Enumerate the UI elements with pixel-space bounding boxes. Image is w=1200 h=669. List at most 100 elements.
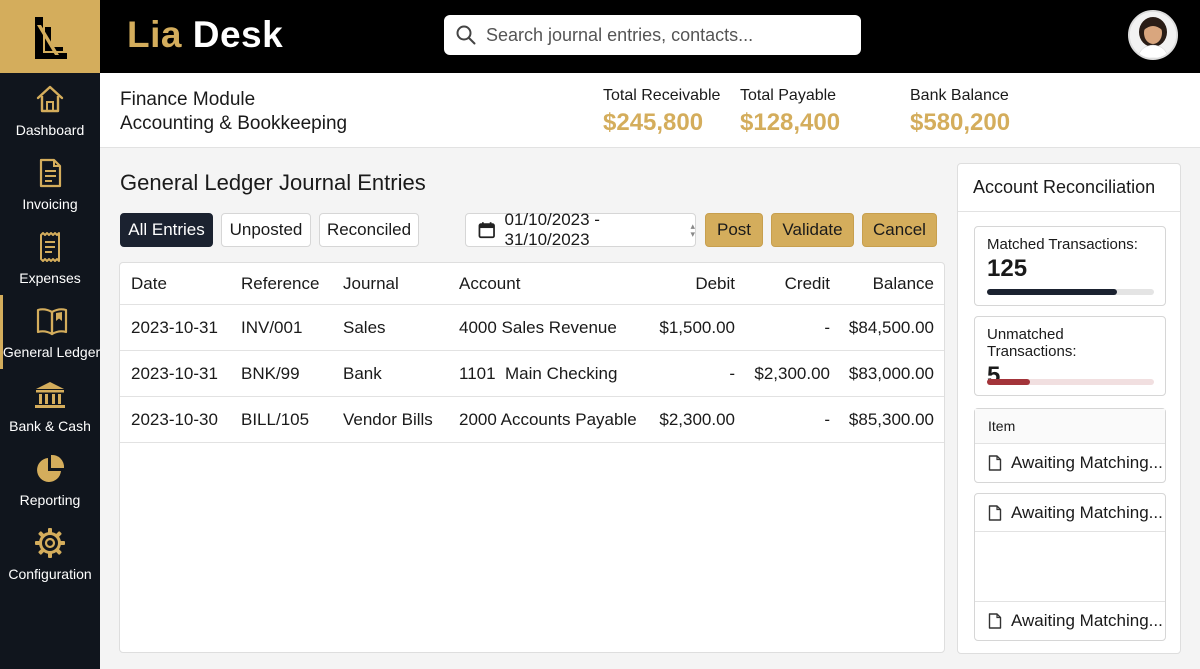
kpi-label: Total Payable — [740, 87, 837, 104]
kpi-total-receivable: Total Receivable $245,800 — [603, 87, 720, 137]
post-button[interactable]: Post — [705, 213, 763, 247]
cell-account: 1101 Main Checking — [459, 364, 618, 383]
sidebar-item-expenses[interactable]: Expenses — [0, 221, 100, 295]
column-header-account[interactable]: Account — [459, 263, 520, 305]
column-header-debit[interactable]: Debit — [695, 263, 735, 305]
list-item[interactable]: Awaiting Matching... — [975, 444, 1165, 482]
module-header: Finance Module Accounting & Bookkeeping … — [100, 73, 1200, 148]
bank-icon — [33, 378, 67, 412]
cell-credit: - — [824, 318, 830, 337]
sidebar-item-dashboard[interactable]: Dashboard — [0, 73, 100, 147]
search-input[interactable] — [486, 24, 846, 46]
home-icon — [33, 82, 67, 116]
cell-debit: - — [729, 364, 735, 383]
cell-date: 2023-10-31 — [131, 364, 218, 383]
sidebar-item-invoicing[interactable]: Invoicing — [0, 147, 100, 221]
account-reconciliation-panel: Account Reconciliation Matched Transacti… — [957, 163, 1181, 654]
table-row[interactable]: 2023-10-30 BILL/105 Vendor Bills 2000 Ac… — [120, 397, 944, 443]
cell-reference: BNK/99 — [241, 364, 300, 383]
app-name: Lia Desk — [127, 14, 283, 56]
module-name: Finance Module — [120, 89, 256, 110]
unmatched-items-list-2: Awaiting Matching... Awaiting Matching..… — [974, 493, 1166, 641]
kpi-bank-balance: Bank Balance $580,200 — [910, 87, 1010, 137]
items-header: Item — [975, 409, 1165, 444]
unmatched-progress-track — [987, 379, 1154, 385]
list-item[interactable]: Awaiting Matching... — [975, 494, 1165, 532]
search-icon — [456, 25, 476, 45]
table-header-row: Date Reference Journal Account Debit Cre… — [120, 263, 944, 305]
cell-reference: BILL/105 — [241, 410, 310, 429]
matched-progress-track — [987, 289, 1154, 295]
cell-balance: $84,500.00 — [848, 318, 934, 337]
sidebar-item-configuration[interactable]: Configuration — [0, 517, 100, 591]
cancel-button[interactable]: Cancel — [862, 213, 937, 247]
book-icon — [35, 304, 69, 338]
cell-balance: $85,300.00 — [848, 410, 934, 429]
column-header-date[interactable]: Date — [131, 263, 167, 305]
calendar-icon — [478, 222, 495, 239]
cell-balance: $83,000.00 — [848, 364, 934, 383]
sidebar: Dashboard Invoicing Expenses General Led… — [0, 73, 100, 669]
unmatched-items-list: Item Awaiting Matching... — [974, 408, 1166, 483]
logo-icon — [35, 16, 67, 59]
unmatched-progress-fill — [987, 379, 1031, 385]
cell-credit: $2,300.00 — [754, 364, 830, 383]
list-item[interactable]: Awaiting Matching... — [975, 602, 1165, 640]
gear-icon — [33, 526, 67, 560]
avatar-icon — [1130, 12, 1176, 58]
app-name-part1: Lia — [127, 14, 182, 55]
matched-progress-fill — [987, 289, 1118, 295]
filter-all-entries[interactable]: All Entries — [120, 213, 213, 247]
cell-reference: INV/001 — [241, 318, 303, 337]
table-row[interactable]: 2023-10-31 INV/001 Sales 4000 Sales Reve… — [120, 305, 944, 351]
table-row[interactable]: 2023-10-31 BNK/99 Bank 1101 Main Checkin… — [120, 351, 944, 397]
list-item-label: Awaiting Matching... — [1011, 453, 1163, 472]
sidebar-item-label: Invoicing — [22, 196, 78, 212]
app-logo[interactable] — [0, 0, 100, 73]
date-range-picker[interactable]: 01/10/2023 - 31/10/2023 ▴ ▾ — [465, 210, 696, 249]
list-item-label: Awaiting Matching... — [1011, 502, 1163, 522]
kpi-value: $580,200 — [910, 109, 1011, 136]
kpi-total-payable: Total Payable $128,400 — [740, 87, 840, 137]
sidebar-item-label: Configuration — [8, 566, 92, 582]
document-icon — [33, 156, 67, 190]
cell-date: 2023-10-31 — [131, 318, 218, 337]
journal-entries-table: Date Reference Journal Account Debit Cre… — [119, 262, 945, 653]
chevron-updown-icon: ▴ ▾ — [690, 221, 695, 239]
sidebar-item-label: Dashboard — [15, 122, 85, 138]
validate-button[interactable]: Validate — [771, 213, 854, 247]
empty-list-space — [975, 532, 1165, 602]
filter-reconciled[interactable]: Reconciled — [319, 213, 419, 247]
kpi-label: Bank Balance — [910, 87, 1009, 104]
sidebar-item-reporting[interactable]: Reporting — [0, 443, 100, 517]
stat-label: Matched Transactions: — [987, 236, 1138, 253]
sidebar-item-label: Expenses — [19, 270, 81, 286]
stat-label: Unmatched Transactions: — [987, 326, 1077, 360]
list-item-label: Awaiting Matching... — [1011, 611, 1163, 630]
pie-chart-icon — [33, 452, 67, 486]
stat-value: 125 — [987, 255, 1028, 282]
cell-debit: $1,500.00 — [659, 318, 735, 337]
document-icon — [988, 455, 1002, 471]
receipt-icon — [33, 230, 67, 264]
app-name-part2: Desk — [192, 14, 284, 55]
stat-value: 5 — [987, 362, 1001, 389]
kpi-label: Total Receivable — [603, 87, 721, 104]
column-header-journal[interactable]: Journal — [343, 263, 399, 305]
sidebar-item-bank-cash[interactable]: Bank & Cash — [0, 369, 100, 443]
document-icon — [988, 504, 1002, 521]
column-header-credit[interactable]: Credit — [785, 263, 830, 305]
filter-unposted[interactable]: Unposted — [221, 213, 311, 247]
kpi-value: $245,800 — [603, 109, 704, 136]
cell-journal: Sales — [343, 318, 386, 337]
user-avatar[interactable] — [1128, 10, 1178, 60]
sidebar-item-general-ledger[interactable]: General Ledger — [0, 295, 100, 369]
matched-transactions-card: Matched Transactions: 125 — [974, 226, 1166, 306]
sidebar-item-label: Bank & Cash — [9, 418, 91, 434]
column-header-reference[interactable]: Reference — [241, 263, 319, 305]
cell-account: 2000 Accounts Payable — [459, 410, 637, 429]
search-bar[interactable] — [444, 15, 861, 55]
panel-title: Account Reconciliation — [958, 164, 1180, 212]
cell-journal: Bank — [343, 364, 382, 383]
column-header-balance[interactable]: Balance — [873, 263, 934, 305]
